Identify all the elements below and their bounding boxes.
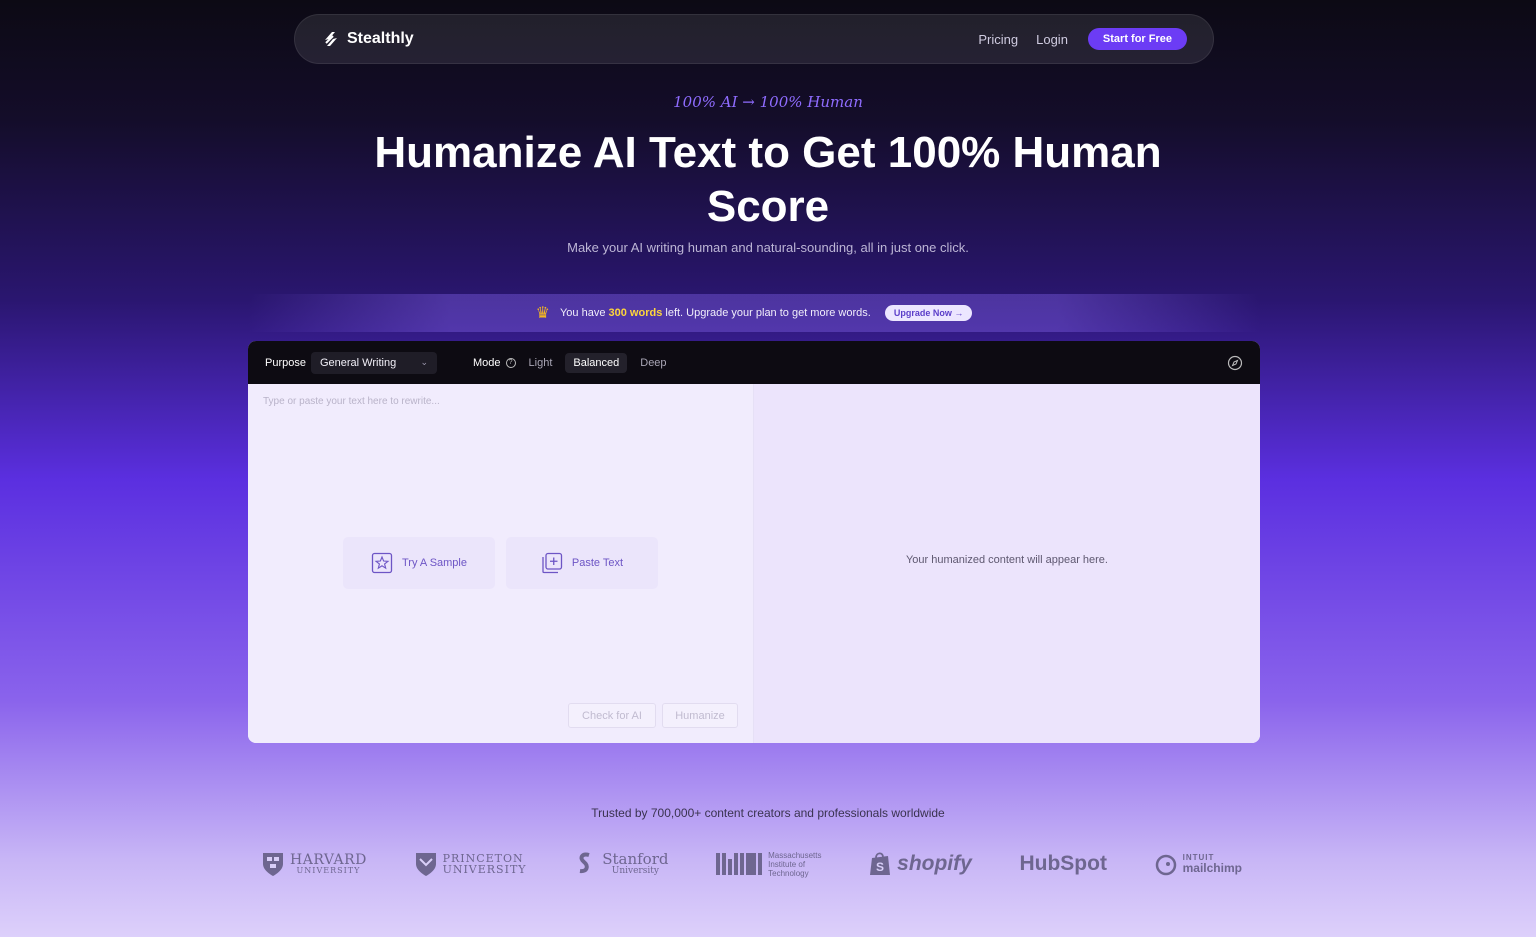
harvard-logo: HARVARD UNIVERSITY bbox=[262, 851, 367, 877]
mit-line-2: Institute of bbox=[768, 859, 806, 869]
start-for-free-button[interactable]: Start for Free bbox=[1087, 28, 1187, 50]
mailchimp-logo: INTUIT mailchimp bbox=[1155, 851, 1242, 877]
word-limit-text: You have 300 words left. Upgrade your pl… bbox=[560, 307, 871, 319]
help-icon[interactable]: ? bbox=[505, 357, 516, 368]
brand-name: Stealthly bbox=[347, 30, 414, 47]
hero-subtitle: Make your AI writing human and natural-s… bbox=[567, 240, 969, 255]
brand-logo[interactable]: Stealthly bbox=[321, 29, 414, 49]
arrow-right-icon: → bbox=[954, 308, 964, 318]
output-placeholder: Your humanized content will appear here. bbox=[905, 554, 1108, 566]
purpose-select-value: General Writing bbox=[319, 356, 397, 369]
input-pane[interactable]: Type or paste your text here to rewrite.… bbox=[248, 384, 754, 743]
mailchimp-name: mailchimp bbox=[1182, 861, 1242, 875]
shopify-name: shopify bbox=[897, 852, 972, 875]
check-for-ai-button[interactable]: Check for AI bbox=[568, 703, 656, 728]
upgrade-now-button[interactable]: Upgrade Now → bbox=[884, 305, 973, 321]
shopify-logo: S shopify bbox=[869, 851, 972, 877]
stanford-tree-icon bbox=[579, 852, 590, 874]
paste-text-button[interactable]: Paste Text bbox=[506, 537, 658, 589]
input-placeholder: Type or paste your text here to rewrite.… bbox=[263, 396, 440, 407]
mit-logo: Massachusetts Institute of Technology bbox=[716, 851, 821, 878]
purpose-select[interactable]: General Writing ⌄ bbox=[310, 351, 437, 374]
words-left-count: 300 words bbox=[608, 307, 663, 319]
humanizer-editor: Purpose General Writing ⌄ Mode ? Light B… bbox=[248, 341, 1260, 743]
try-sample-button[interactable]: Try A Sample bbox=[343, 537, 495, 589]
partner-logos: HARVARD UNIVERSITY PRINCETON UNIVERSITY … bbox=[262, 844, 1242, 884]
mit-line-3: Technology bbox=[768, 868, 809, 878]
mailchimp-freddie-icon bbox=[1155, 854, 1176, 876]
hubspot-logo: HubSpot bbox=[1019, 852, 1106, 876]
output-pane: Your humanized content will appear here. bbox=[754, 384, 1260, 743]
compass-icon[interactable] bbox=[1227, 355, 1243, 371]
chevron-down-icon: ⌄ bbox=[420, 357, 428, 367]
mode-selector: Mode ? Light Balanced Deep bbox=[472, 352, 675, 373]
nav-link-login[interactable]: Login bbox=[1036, 32, 1068, 47]
mit-line-1: Massachusetts bbox=[768, 850, 822, 860]
upgrade-now-label: Upgrade Now bbox=[893, 308, 952, 318]
nav-link-pricing[interactable]: Pricing bbox=[978, 32, 1018, 47]
princeton-sub: UNIVERSITY bbox=[442, 863, 527, 876]
crown-icon: ♛ bbox=[535, 305, 550, 322]
hero-tagline: 100% AI → 100% Human bbox=[673, 93, 863, 111]
purpose-label: Purpose bbox=[265, 356, 306, 369]
hubspot-name: HubSpot bbox=[1019, 852, 1107, 875]
word-limit-suffix: left. Upgrade your plan to get more word… bbox=[662, 307, 871, 319]
try-sample-label: Try A Sample bbox=[401, 557, 467, 569]
harvard-sub: UNIVERSITY bbox=[296, 866, 361, 875]
stealthly-logo-icon bbox=[325, 32, 337, 46]
shopify-bag-icon: S bbox=[870, 852, 891, 875]
page-title: Humanize AI Text to Get 100% Human Score bbox=[374, 128, 1162, 231]
mode-label: Mode bbox=[472, 356, 501, 369]
princeton-shield-icon bbox=[415, 853, 436, 876]
mode-option-light[interactable]: Light bbox=[521, 353, 561, 373]
humanize-button[interactable]: Humanize bbox=[662, 703, 738, 728]
stanford-sub: University bbox=[611, 866, 659, 876]
editor-toolbar: Purpose General Writing ⌄ Mode ? Light B… bbox=[248, 341, 1260, 384]
star-icon bbox=[371, 552, 393, 574]
word-limit-banner: ♛ You have 300 words left. Upgrade your … bbox=[248, 294, 1260, 332]
stanford-name: Stanford bbox=[602, 850, 669, 868]
paste-text-label: Paste Text bbox=[571, 557, 624, 569]
stanford-logo: Stanford University bbox=[574, 851, 668, 877]
top-navbar: Stealthly Pricing Login Start for Free bbox=[294, 14, 1214, 64]
harvard-shield-icon bbox=[263, 853, 283, 876]
trusted-by-text: Trusted by 700,000+ content creators and… bbox=[591, 806, 945, 820]
paste-icon bbox=[542, 552, 563, 574]
svg-text:S: S bbox=[876, 860, 884, 874]
word-limit-prefix: You have bbox=[559, 307, 609, 319]
harvard-name: HARVARD bbox=[290, 852, 367, 868]
mit-bars-icon bbox=[716, 853, 763, 875]
mode-option-deep[interactable]: Deep bbox=[632, 353, 674, 373]
mode-option-balanced[interactable]: Balanced bbox=[565, 352, 628, 373]
princeton-logo: PRINCETON UNIVERSITY bbox=[415, 851, 527, 877]
